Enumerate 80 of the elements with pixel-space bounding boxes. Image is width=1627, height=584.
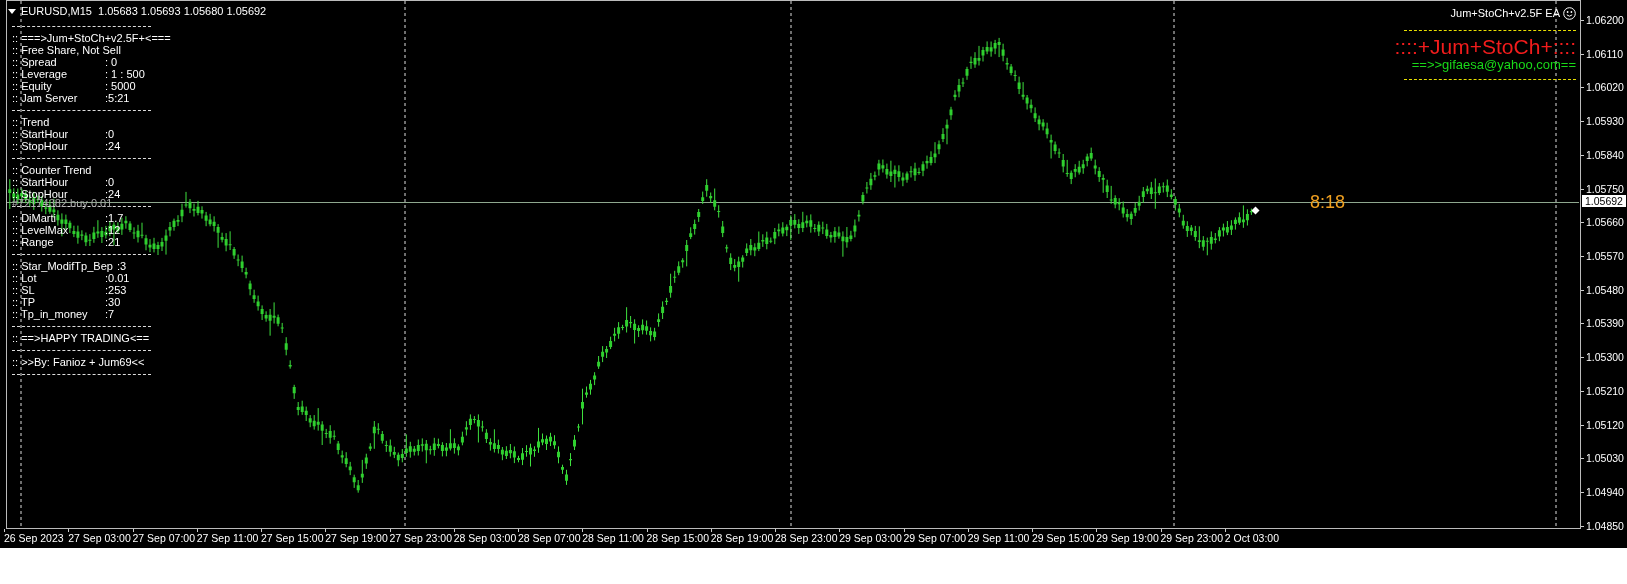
time-label: 29 Sep 03:00 <box>839 532 903 545</box>
time-label: 27 Sep 19:00 <box>325 532 389 545</box>
time-label: 27 Sep 23:00 <box>389 532 453 545</box>
menu-triangle-icon[interactable] <box>8 9 16 14</box>
info-label: :: StartHour <box>12 176 70 188</box>
info-label: :: Star_ModifTp_Bep <box>12 260 114 272</box>
price-label: 1.05570 <box>1586 250 1624 263</box>
price-label: 1.05480 <box>1586 283 1624 296</box>
time-label: 29 Sep 23:00 <box>1160 532 1224 545</box>
info-label: :: Range <box>12 236 55 248</box>
info-text: :: Free Share, Not Sell <box>12 44 121 56</box>
price-label: 1.05930 <box>1586 115 1624 128</box>
price-label: 1.04940 <box>1586 486 1624 499</box>
info-label: :: Leverage <box>12 68 69 80</box>
price-label: 1.06110 <box>1586 47 1624 60</box>
time-label: 28 Sep 07:00 <box>518 532 582 545</box>
time-label: 28 Sep 03:00 <box>453 532 518 545</box>
price-label: 1.05030 <box>1586 452 1624 465</box>
info-value: :21 <box>105 236 121 248</box>
price-label: 1.05210 <box>1586 384 1624 397</box>
info-value: :30 <box>105 296 121 308</box>
price-label: 1.06200 <box>1586 14 1624 26</box>
price-label: 1.05120 <box>1586 418 1624 431</box>
email-text: ==>>gifaesa@yahoo,com== <box>1411 58 1576 72</box>
price-label: 1.05390 <box>1586 317 1624 330</box>
price-label: 1.04850 <box>1586 519 1624 532</box>
time-label: 28 Sep 15:00 <box>646 532 710 545</box>
time-label: 26 Sep 2023 <box>4 532 65 545</box>
info-value: :0.01 <box>105 272 130 284</box>
info-value: : 5000 <box>105 80 136 92</box>
info-label: :: TP <box>12 296 37 308</box>
info-value: :253 <box>105 284 127 296</box>
chart-title: EURUSD,M15 1.05683 1.05693 1.05680 1.05692 <box>21 5 267 18</box>
time-label: 29 Sep 19:00 <box>1096 532 1160 545</box>
current-price-label: 1.05692 <box>1582 195 1626 207</box>
info-label: :: StopHour <box>12 140 69 152</box>
time-label: 27 Sep 03:00 <box>68 532 132 545</box>
info-value: :3 <box>116 260 127 272</box>
info-text: :: Trend <box>12 116 50 128</box>
info-label: :: StartHour <box>12 128 70 140</box>
time-label: 29 Sep 11:00 <box>967 532 1031 545</box>
time-label: 28 Sep 19:00 <box>710 532 775 545</box>
info-value: :5:21 <box>105 92 130 104</box>
price-label: 1.05300 <box>1586 351 1624 364</box>
info-label: :: SL <box>12 284 36 296</box>
info-label: :: Spread <box>12 56 58 68</box>
time-label: 29 Sep 07:00 <box>903 532 967 545</box>
info-text: :: >>By: Fanioz + Jum69<< <box>12 356 145 368</box>
info-value: :7 <box>105 308 115 320</box>
logo-text: ::::+Jum+StoCh+:::: <box>1394 36 1576 58</box>
info-value: :24 <box>105 140 121 152</box>
info-value: :24 <box>105 188 121 200</box>
info-value: :1.7 <box>105 212 124 224</box>
time-label: 27 Sep 07:00 <box>132 532 196 545</box>
info-value: : 1 : 500 <box>105 68 145 80</box>
info-label: :: LevelMax <box>12 224 70 236</box>
info-label: :: Lot <box>12 272 38 284</box>
info-value: :12 <box>105 224 121 236</box>
info-value: :0 <box>105 128 115 140</box>
info-label: :: DiMarti <box>12 212 57 224</box>
time-label: 2 Oct 03:00 <box>1224 532 1281 545</box>
time-label: 29 Sep 15:00 <box>1032 532 1096 545</box>
info-text: :: Counter Trend <box>12 164 92 176</box>
info-label: :: Jam Server <box>12 92 79 104</box>
price-label: 1.05750 <box>1586 182 1624 195</box>
price-label: 1.05840 <box>1586 148 1624 161</box>
info-label: :: Tp_in_money <box>12 308 89 320</box>
ea-label: Jum+StoCh+v2.5F EA <box>1450 7 1560 20</box>
smiley-icon[interactable] <box>1563 7 1576 20</box>
time-label: 27 Sep 11:00 <box>196 532 260 545</box>
info-text: :: ==>HAPPY TRADING<== <box>12 332 150 344</box>
price-label: 1.05660 <box>1586 216 1624 229</box>
time-label: 28 Sep 11:00 <box>582 532 645 545</box>
info-value: : 0 <box>105 56 118 68</box>
time-label: 27 Sep 15:00 <box>261 532 325 545</box>
price-label: 1.06020 <box>1586 81 1624 94</box>
info-label: :: Equity <box>12 80 53 92</box>
info-value: :0 <box>105 176 115 188</box>
info-text: :: ===>Jum+StoCh+v2.5F+<=== <box>12 32 171 44</box>
time-label: 28 Sep 23:00 <box>775 532 839 545</box>
